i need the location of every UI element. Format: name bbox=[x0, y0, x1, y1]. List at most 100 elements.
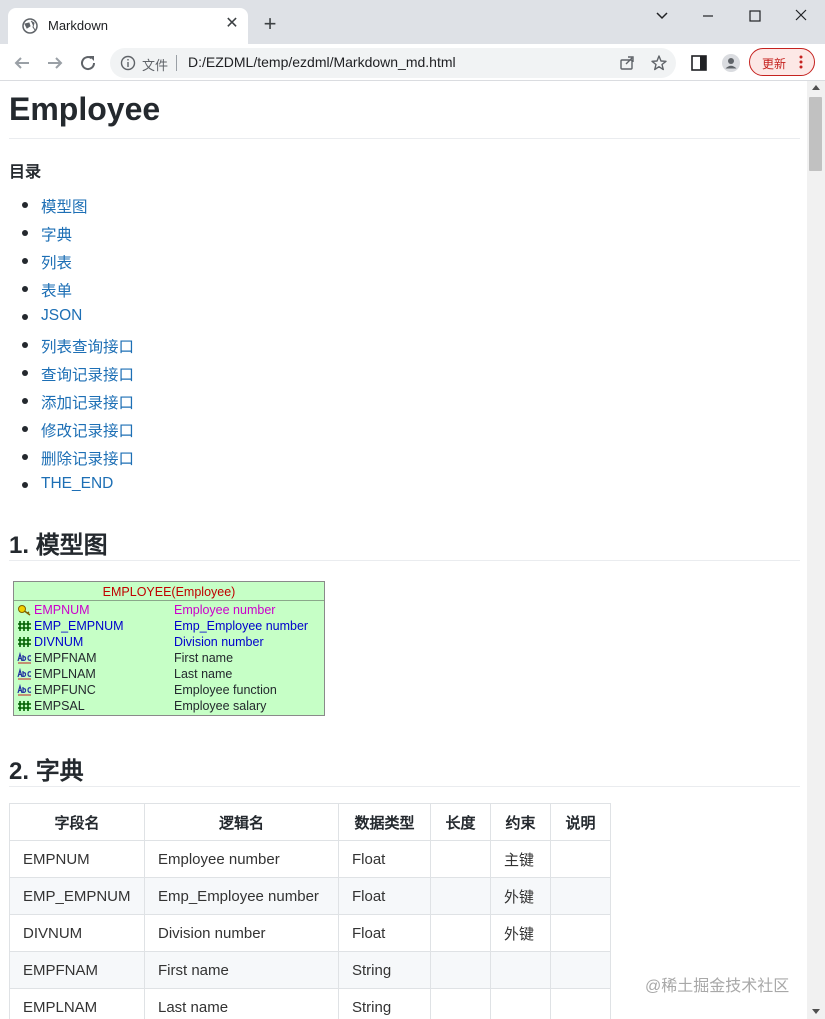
text-icon bbox=[17, 668, 32, 680]
title-divider bbox=[9, 138, 800, 139]
dictionary-table: 字段名 逻辑名 数据类型 长度 约束 说明 EMPNUM Employee nu… bbox=[9, 803, 611, 1019]
profile-avatar-icon[interactable] bbox=[721, 53, 741, 73]
table-cell: 外键 bbox=[490, 877, 551, 915]
column-header: 数据类型 bbox=[338, 803, 431, 841]
vertical-scrollbar[interactable] bbox=[807, 81, 825, 1019]
section-number: 1. bbox=[9, 532, 30, 559]
list-bullet bbox=[22, 314, 28, 320]
diagram-field-row: EMPLNAM Last name bbox=[14, 667, 324, 683]
table-cell: Float bbox=[338, 840, 431, 878]
column-header: 长度 bbox=[430, 803, 491, 841]
diagram-table-title: EMPLOYEE(Employee) bbox=[102, 585, 236, 599]
table-row: EMPFNAM First name String bbox=[9, 951, 611, 989]
address-bar[interactable]: 文件 D:/EZDML/temp/ezdml/Markdown_md.html bbox=[110, 48, 676, 78]
toc-link-the-end[interactable]: THE_END bbox=[41, 475, 113, 493]
tab-search-icon[interactable] bbox=[648, 6, 676, 26]
list-bullet bbox=[22, 258, 28, 264]
diagram-field-name: EMPFNAM bbox=[34, 651, 97, 665]
table-cell: First name bbox=[144, 951, 339, 989]
table-cell bbox=[430, 951, 491, 989]
section-divider bbox=[9, 786, 800, 787]
table-cell: Last name bbox=[144, 988, 339, 1019]
update-button[interactable]: 更新 bbox=[749, 48, 815, 76]
list-bullet bbox=[22, 398, 28, 404]
table-cell: EMPFNAM bbox=[9, 951, 145, 989]
minimize-icon[interactable] bbox=[694, 6, 722, 26]
diagram-field-label: Last name bbox=[174, 667, 233, 681]
diagram-field-row: DIVNUM Division number bbox=[14, 635, 324, 651]
info-icon[interactable] bbox=[120, 55, 136, 71]
diagram-field-name: EMPNUM bbox=[34, 603, 90, 617]
table-cell bbox=[430, 877, 491, 915]
diagram-field-row: EMP_EMPNUM Emp_Employee number bbox=[14, 619, 324, 635]
diagram-field-name: DIVNUM bbox=[34, 635, 84, 649]
omnibox-divider bbox=[176, 55, 177, 71]
back-icon[interactable] bbox=[10, 51, 34, 75]
toc-link-json[interactable]: JSON bbox=[41, 307, 82, 325]
maximize-icon[interactable] bbox=[741, 6, 769, 26]
table-row: DIVNUM Division number Float 外键 bbox=[9, 914, 611, 952]
more-menu-icon[interactable] bbox=[798, 53, 804, 71]
number-icon bbox=[18, 621, 31, 631]
tab-strip: Markdown ✕ + bbox=[0, 0, 825, 44]
toc-link-update-record-api[interactable]: 修改记录接口 bbox=[41, 419, 134, 441]
table-cell: String bbox=[338, 951, 431, 989]
table-cell bbox=[550, 951, 611, 989]
toc-link-form[interactable]: 表单 bbox=[41, 279, 72, 301]
toc-link-model-diagram[interactable]: 模型图 bbox=[41, 195, 88, 217]
toc-link-add-record-api[interactable]: 添加记录接口 bbox=[41, 391, 134, 413]
toc-link-record-query-api[interactable]: 查询记录接口 bbox=[41, 363, 134, 385]
column-header: 约束 bbox=[490, 803, 551, 841]
new-tab-button[interactable]: + bbox=[258, 12, 282, 36]
diagram-field-name: EMP_EMPNUM bbox=[34, 619, 124, 633]
file-scheme-label: 文件 bbox=[142, 58, 169, 73]
diagram-field-label: Employee function bbox=[174, 683, 277, 697]
close-tab-icon[interactable]: ✕ bbox=[222, 14, 242, 34]
reload-icon[interactable] bbox=[76, 51, 100, 75]
table-cell bbox=[550, 840, 611, 878]
list-bullet bbox=[22, 482, 28, 488]
table-cell bbox=[550, 914, 611, 952]
list-bullet bbox=[22, 230, 28, 236]
side-panel-icon[interactable] bbox=[689, 53, 709, 73]
bookmark-star-icon[interactable] bbox=[650, 54, 668, 72]
toc-link-dictionary[interactable]: 字典 bbox=[41, 223, 72, 245]
column-header: 逻辑名 bbox=[144, 803, 339, 841]
toc-link-list[interactable]: 列表 bbox=[41, 251, 72, 273]
tab-markdown[interactable]: Markdown ✕ bbox=[8, 8, 248, 44]
diagram-field-label: Employee salary bbox=[174, 699, 267, 713]
text-icon bbox=[17, 684, 32, 696]
window-close-icon[interactable] bbox=[787, 6, 815, 26]
url-text[interactable]: D:/EZDML/temp/ezdml/Markdown_md.html bbox=[188, 54, 456, 70]
diagram-field-row: EMPNUM Employee number bbox=[14, 603, 324, 619]
watermark: @稀土掘金技术社区 bbox=[645, 978, 790, 995]
table-cell: 外键 bbox=[490, 914, 551, 952]
toc-link-delete-record-api[interactable]: 删除记录接口 bbox=[41, 447, 134, 469]
page-title: Employee bbox=[9, 91, 161, 127]
list-bullet bbox=[22, 426, 28, 432]
table-cell bbox=[490, 951, 551, 989]
table-cell bbox=[550, 877, 611, 915]
diagram-field-name: EMPLNAM bbox=[34, 667, 96, 681]
table-cell: Employee number bbox=[144, 840, 339, 878]
table-row: EMPLNAM Last name String bbox=[9, 988, 611, 1019]
scroll-up-arrow-icon[interactable] bbox=[812, 85, 820, 90]
toc-link-list-query-api[interactable]: 列表查询接口 bbox=[41, 335, 134, 357]
er-diagram-employee: EMPLOYEE(Employee) EMPNUM Employee numbe… bbox=[13, 581, 325, 716]
number-icon bbox=[18, 637, 31, 647]
table-cell: Float bbox=[338, 914, 431, 952]
scroll-down-arrow-icon[interactable] bbox=[812, 1009, 820, 1014]
table-cell bbox=[430, 988, 491, 1019]
table-cell bbox=[430, 840, 491, 878]
section-number: 2. bbox=[9, 758, 30, 785]
table-cell: Float bbox=[338, 877, 431, 915]
share-icon[interactable] bbox=[618, 54, 636, 72]
globe-icon bbox=[22, 18, 38, 34]
table-row: EMP_EMPNUM Emp_Employee number Float 外键 bbox=[9, 877, 611, 915]
forward-icon[interactable] bbox=[43, 51, 67, 75]
scrollbar-thumb[interactable] bbox=[809, 97, 822, 171]
section-heading-model-diagram: 1. 模型图 bbox=[9, 525, 108, 560]
diagram-divider bbox=[14, 600, 324, 601]
diagram-field-row: EMPFUNC Employee function bbox=[14, 683, 324, 699]
diagram-field-name: EMPSAL bbox=[34, 699, 85, 713]
